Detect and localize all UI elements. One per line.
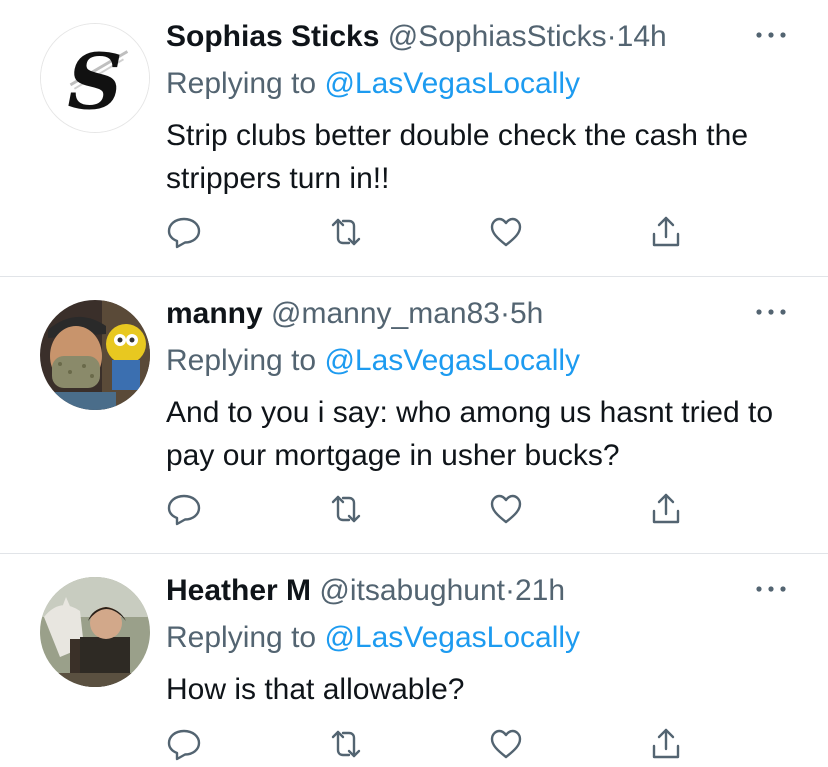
tweet-text: Strip clubs better double check the cash… bbox=[166, 119, 749, 195]
avatar[interactable] bbox=[40, 577, 150, 687]
avatar[interactable]: S bbox=[40, 23, 150, 133]
avatar[interactable] bbox=[40, 300, 150, 410]
tweet-text: How is that allowable? bbox=[166, 673, 465, 706]
retweet-icon[interactable] bbox=[328, 214, 368, 254]
tweet-actions bbox=[166, 214, 706, 254]
tweet-actions bbox=[166, 726, 706, 766]
retweet-icon[interactable] bbox=[328, 726, 368, 766]
display-name[interactable]: Heather M bbox=[166, 574, 311, 607]
like-icon[interactable] bbox=[488, 491, 528, 531]
like-icon[interactable] bbox=[488, 726, 528, 766]
avatar-photo bbox=[40, 300, 150, 410]
mention-link[interactable]: @LasVegasLocally bbox=[324, 621, 580, 654]
tweet-2[interactable]: manny @manny_man83·5h Replying to @LasVe… bbox=[0, 277, 828, 553]
share-icon[interactable] bbox=[648, 214, 688, 254]
timestamp[interactable]: 5h bbox=[510, 297, 543, 330]
replying-prefix: Replying to bbox=[166, 621, 325, 654]
user-handle[interactable]: @manny_man83 bbox=[271, 297, 500, 330]
timestamp[interactable]: 14h bbox=[617, 20, 667, 53]
share-icon[interactable] bbox=[648, 726, 688, 766]
user-handle[interactable]: @itsabughunt bbox=[319, 574, 505, 607]
tweet-header: manny @manny_man83·5h bbox=[166, 294, 543, 334]
replying-to: Replying to @LasVegasLocally bbox=[166, 618, 580, 658]
replying-to: Replying to @LasVegasLocally bbox=[166, 341, 580, 381]
tweet-text: And to you i say: who among us hasnt tri… bbox=[166, 396, 774, 472]
mention-link[interactable]: @LasVegasLocally bbox=[324, 344, 580, 377]
avatar-logo: S bbox=[41, 24, 149, 132]
replying-to: Replying to @LasVegasLocally bbox=[166, 64, 580, 104]
avatar-letter: S bbox=[67, 37, 122, 127]
like-icon[interactable] bbox=[488, 214, 528, 254]
timestamp[interactable]: 21h bbox=[515, 574, 565, 607]
display-name[interactable]: manny bbox=[166, 297, 263, 330]
replying-prefix: Replying to bbox=[166, 344, 325, 377]
separator-dot: · bbox=[504, 574, 515, 607]
replying-prefix: Replying to bbox=[166, 67, 325, 100]
user-handle[interactable]: @SophiasSticks bbox=[388, 20, 607, 53]
separator-dot: · bbox=[499, 297, 510, 330]
avatar-photo bbox=[40, 577, 150, 687]
retweet-icon[interactable] bbox=[328, 491, 368, 531]
share-icon[interactable] bbox=[648, 491, 688, 531]
more-options-icon[interactable] bbox=[751, 297, 791, 327]
tweet-header: Heather M @itsabughunt·21h bbox=[166, 571, 565, 611]
more-options-icon[interactable] bbox=[751, 20, 791, 50]
mention-link[interactable]: @LasVegasLocally bbox=[324, 67, 580, 100]
reply-icon[interactable] bbox=[166, 214, 206, 254]
separator-dot: · bbox=[606, 20, 617, 53]
more-options-icon[interactable] bbox=[751, 574, 791, 604]
tweet-1[interactable]: S Sophias Sticks @SophiasSticks·14h Repl… bbox=[0, 0, 828, 276]
tweet-3[interactable]: Heather M @itsabughunt·21h Replying to @… bbox=[0, 554, 828, 761]
tweet-header: Sophias Sticks @SophiasSticks·14h bbox=[166, 17, 667, 57]
reply-icon[interactable] bbox=[166, 726, 206, 766]
tweet-actions bbox=[166, 491, 706, 531]
reply-icon[interactable] bbox=[166, 491, 206, 531]
display-name[interactable]: Sophias Sticks bbox=[166, 20, 379, 53]
